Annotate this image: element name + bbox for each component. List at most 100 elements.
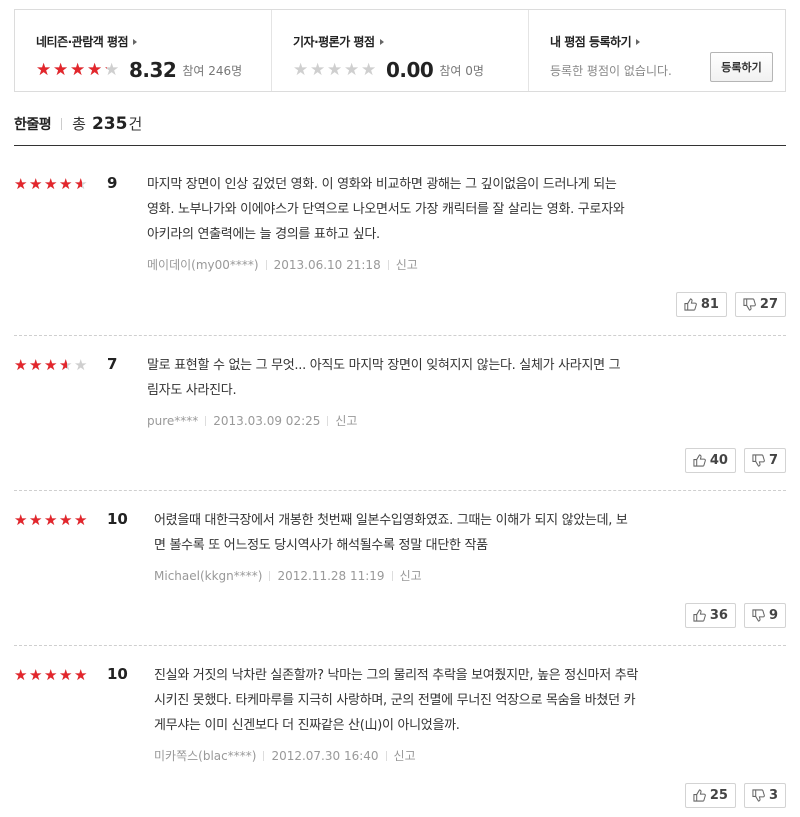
thumbs-down-icon (743, 298, 756, 311)
star-icon: ★ (310, 59, 325, 80)
dislike-button[interactable]: 3 (743, 783, 786, 808)
arrow-right-icon (636, 39, 641, 45)
thumbs-up-icon (693, 789, 706, 802)
review-count-header: 한줄평 총 235 건 (14, 113, 143, 134)
review-star-rating: ★ ★ ★ ★ ★ ★ ★ ★ ★ ★ (14, 512, 89, 529)
review-score: 10 (107, 665, 128, 683)
my-rating-section: 내 평점 등록하기 등록한 평점이 없습니다. 등록하기 (528, 10, 785, 91)
star-icon: ★★ (29, 666, 42, 684)
review-date: 2013.06.10 21:18 (273, 257, 381, 272)
star-icon: ★★ (36, 59, 51, 80)
thumbs-up-icon (693, 609, 706, 622)
rating-summary-box: 네티즌·관람객 평점 ★★★★★★★★★★ 8.32 참여 246명 기자·평론… (14, 9, 786, 92)
critic-rating-title[interactable]: 기자·평론가 평점 (293, 33, 528, 50)
divider (387, 259, 389, 270)
star-icon: ★★ (59, 666, 72, 684)
review-star-rating: ★ ★ ★ ★ ★ ★ ★ ★ ★ (14, 357, 89, 374)
dislike-count: 27 (759, 297, 778, 312)
review-author[interactable]: pure**** (147, 414, 198, 428)
report-link[interactable]: 신고 (400, 567, 422, 584)
review-star-rating: ★ ★ ★ ★ ★ ★ ★ ★ ★ ★ (14, 176, 89, 193)
like-button[interactable]: 36 (684, 603, 736, 628)
review-text: 말로 표현할 수 없는 그 무엇... 아직도 마지막 장면이 잊혀지지 않는다… (147, 358, 621, 398)
divider (14, 335, 786, 336)
dislike-button[interactable]: 7 (743, 448, 786, 473)
star-icon: ★★ (14, 666, 27, 684)
star-icon: ★★ (44, 175, 57, 193)
review-author[interactable]: 미카쪽스(blac****) (154, 747, 256, 764)
star-icon: ★★ (70, 59, 85, 80)
critic-rating-section: 기자·평론가 평점 ★ ★ ★ ★ ★ 0.00 참여 0명 (271, 10, 528, 91)
star-icon: ★★ (104, 59, 119, 80)
critic-participants: 참여 0명 (439, 63, 484, 78)
review-star-rating: ★ ★ ★ ★ ★ ★ ★ ★ ★ ★ (14, 667, 89, 684)
like-button[interactable]: 40 (684, 448, 736, 473)
star-icon: ★★ (44, 356, 57, 374)
arrow-right-icon (133, 39, 138, 45)
review-score: 7 (107, 355, 118, 373)
review-author[interactable]: 메이데이(my00****) (147, 256, 259, 273)
critic-star-rating: ★ ★ ★ ★ ★ (293, 59, 378, 80)
review-text: 진실와 거짓의 낙차란 실존할까? 낙마는 그의 물리적 추락을 보여줬지만, … (154, 668, 639, 733)
divider (14, 645, 786, 646)
dislike-count: 9 (768, 608, 778, 623)
dislike-button[interactable]: 9 (743, 603, 786, 628)
star-icon: ★★ (59, 356, 72, 374)
star-icon: ★★ (59, 175, 72, 193)
star-icon: ★★ (14, 511, 27, 529)
register-rating-button[interactable]: 등록하기 (710, 52, 773, 82)
netizen-rating-title[interactable]: 네티즌·관람객 평점 (36, 33, 271, 50)
report-link[interactable]: 신고 (335, 412, 357, 429)
divider (327, 415, 329, 426)
dislike-count: 3 (768, 788, 778, 803)
report-link[interactable]: 신고 (396, 256, 418, 273)
netizen-score: 8.32 (129, 58, 177, 82)
netizen-rating-section: 네티즌·관람객 평점 ★★★★★★★★★★ 8.32 참여 246명 (15, 10, 271, 91)
review-total-count: 235 (91, 113, 128, 134)
like-button[interactable]: 81 (675, 292, 727, 317)
star-icon: ★★ (44, 511, 57, 529)
review-date: 2012.07.30 16:40 (271, 748, 379, 763)
star-icon: ★ (293, 59, 308, 80)
review-section-label: 한줄평 (14, 116, 52, 133)
star-icon: ★ (327, 59, 342, 80)
star-icon: ★★ (74, 511, 87, 529)
divider (269, 570, 271, 581)
thumbs-up-icon (684, 298, 697, 311)
like-count: 36 (709, 608, 728, 623)
star-icon: ★★ (44, 666, 57, 684)
divider (265, 259, 267, 270)
netizen-star-rating: ★★★★★★★★★★ (36, 59, 121, 80)
review-score: 9 (107, 174, 118, 192)
star-icon: ★ (344, 59, 359, 80)
divider (391, 570, 393, 581)
star-icon: ★ (361, 59, 376, 80)
arrow-right-icon (379, 39, 384, 45)
dislike-count: 7 (768, 453, 778, 468)
divider (205, 415, 207, 426)
my-rating-title[interactable]: 내 평점 등록하기 (550, 33, 785, 50)
divider (263, 750, 265, 761)
star-icon: ★★ (87, 59, 102, 80)
review-text: 어렸을때 대한극장에서 개봉한 첫번째 일본수입영화였죠. 그때는 이해가 되지… (154, 513, 628, 553)
like-button[interactable]: 25 (684, 783, 736, 808)
star-icon: ★★ (29, 356, 42, 374)
star-icon: ★★ (29, 511, 42, 529)
review-date: 2012.11.28 11:19 (277, 568, 385, 583)
star-icon: ★★ (14, 175, 27, 193)
divider (14, 145, 786, 146)
star-icon: ★ (74, 356, 87, 374)
review-date: 2013.03.09 02:25 (213, 413, 321, 428)
star-icon: ★★ (14, 356, 27, 374)
thumbs-down-icon (752, 454, 765, 467)
star-icon: ★★ (53, 59, 68, 80)
like-count: 81 (700, 297, 719, 312)
review-author[interactable]: Michael(kkgn****) (154, 569, 262, 583)
review-score: 10 (107, 510, 128, 528)
divider (61, 117, 63, 130)
star-icon: ★★ (74, 175, 87, 193)
dislike-button[interactable]: 27 (734, 292, 786, 317)
report-link[interactable]: 신고 (394, 747, 416, 764)
divider (385, 750, 387, 761)
like-count: 40 (709, 453, 728, 468)
